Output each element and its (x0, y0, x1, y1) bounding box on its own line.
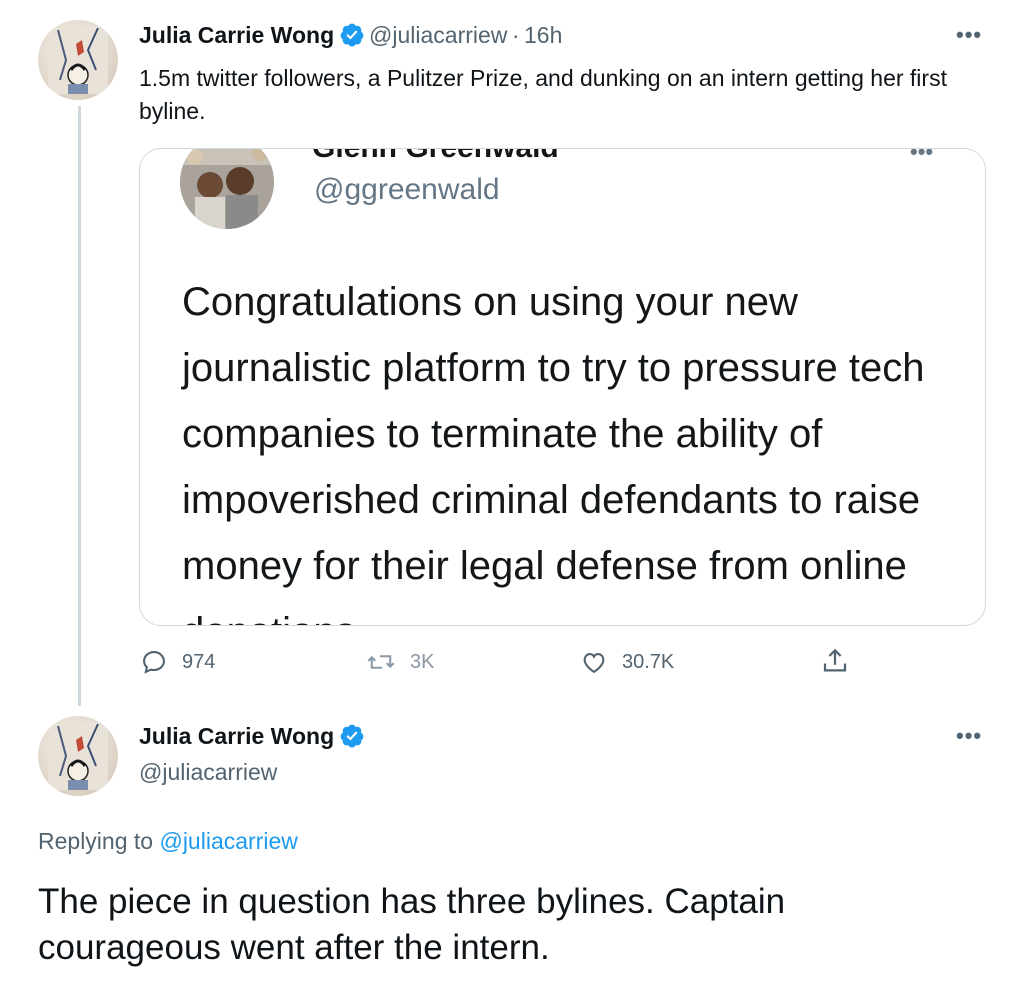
quoted-author-handle[interactable]: @ggreenwald (314, 173, 500, 207)
verified-badge-icon (340, 23, 363, 47)
avatar[interactable] (38, 716, 118, 796)
share-button[interactable] (820, 646, 850, 681)
verified-badge-icon (340, 724, 363, 748)
like-button[interactable]: 30.7K (580, 648, 674, 676)
author-name[interactable]: Julia Carrie Wong (139, 22, 334, 48)
author-handle[interactable]: @juliacarriew (139, 759, 277, 786)
tweet-time[interactable]: 16h (524, 22, 562, 48)
reply-count: 974 (182, 650, 216, 673)
tweet-text: 1.5m twitter followers, a Pulitzer Prize… (139, 65, 947, 124)
avatar[interactable] (38, 20, 118, 100)
author-name[interactable]: Julia Carrie Wong (139, 723, 334, 749)
share-icon (823, 648, 847, 672)
quoted-author-name[interactable]: Glenn Greenwald (312, 149, 559, 165)
replying-to: Replying to @juliacarriew (38, 828, 298, 855)
quoted-more-icon: ••• (910, 148, 934, 164)
replying-handle-link[interactable]: @juliacarriew (159, 828, 297, 854)
more-options-button[interactable]: ••• (956, 22, 982, 48)
retweet-icon (367, 655, 395, 669)
tweet-header: Julia Carrie Wong @juliacarriew · 16h (139, 22, 562, 49)
quoted-tweet-card[interactable]: Glenn Greenwald @ggreenwald ••• Congratu… (139, 148, 986, 626)
tweet-header: Julia Carrie Wong (139, 723, 365, 750)
like-icon (583, 653, 605, 674)
replying-label: Replying to (38, 828, 154, 854)
quoted-avatar-photo (180, 149, 274, 229)
more-icon: ••• (956, 22, 983, 47)
thread-connector-line (78, 106, 81, 706)
quoted-avatar[interactable] (180, 149, 274, 229)
avatar-illustration (48, 26, 108, 94)
quoted-tweet-text: Congratulations on using your new journa… (182, 280, 925, 625)
tweet-text: The piece in question has three bylines.… (38, 882, 786, 967)
reply-icon (143, 651, 165, 674)
retweet-count: 3K (410, 650, 435, 673)
more-icon: ••• (956, 723, 983, 748)
separator-dot: · (511, 22, 520, 48)
like-count: 30.7K (622, 650, 675, 673)
avatar-illustration (48, 722, 108, 790)
author-handle[interactable]: @juliacarriew (369, 22, 507, 48)
reply-button[interactable]: 974 (140, 648, 215, 676)
more-options-button[interactable]: ••• (956, 723, 982, 749)
retweet-button[interactable]: 3K (366, 648, 434, 676)
